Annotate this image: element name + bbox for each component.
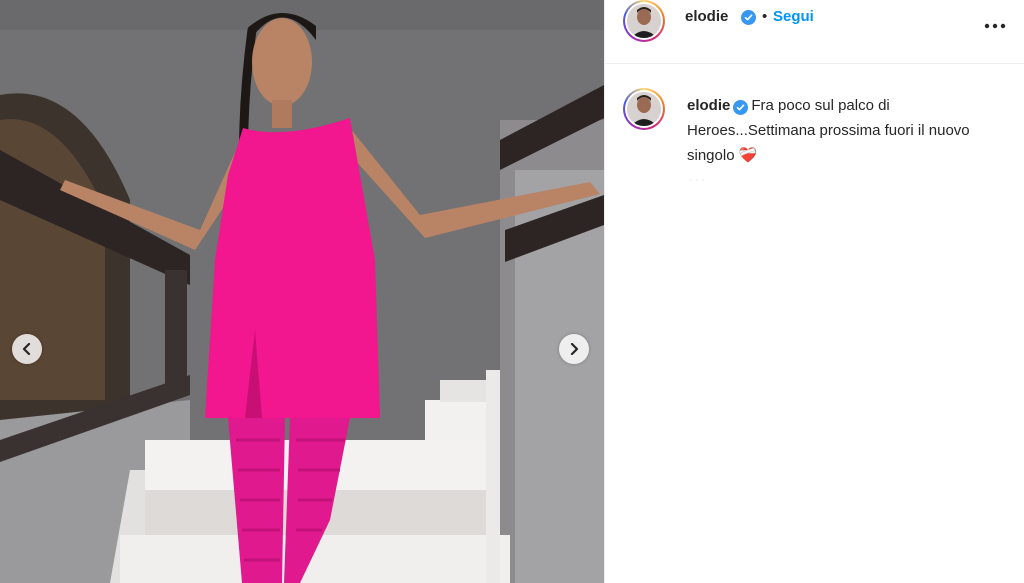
faint-timestamp: - - -	[689, 175, 705, 186]
chevron-right-icon	[570, 343, 579, 355]
caption-username[interactable]: elodie	[687, 97, 730, 114]
post-caption: elodie Fra poco sul palco di Heroes...Set…	[687, 93, 987, 168]
avatar-image	[627, 4, 661, 38]
carousel-next-button[interactable]	[559, 334, 589, 364]
photo-illustration	[0, 0, 604, 583]
post-header: elodie • Segui	[605, 0, 1024, 64]
caption-avatar[interactable]	[623, 88, 665, 130]
post-side-panel: elodie • Segui elodie Fra poco sul palco …	[604, 0, 1024, 583]
separator-dot: •	[762, 8, 768, 25]
more-options-icon[interactable]	[984, 16, 1006, 34]
verified-badge-icon	[741, 10, 756, 25]
carousel-prev-button[interactable]	[12, 334, 42, 364]
header-username[interactable]: elodie	[685, 8, 728, 25]
follow-button[interactable]: Segui	[773, 8, 814, 25]
chevron-left-icon	[22, 343, 31, 355]
post-photo[interactable]	[0, 0, 604, 583]
verified-badge-icon	[733, 100, 749, 115]
avatar-image	[627, 92, 661, 126]
mending-heart-emoji: ❤‍🩹	[738, 147, 758, 164]
avatar[interactable]	[623, 0, 665, 42]
